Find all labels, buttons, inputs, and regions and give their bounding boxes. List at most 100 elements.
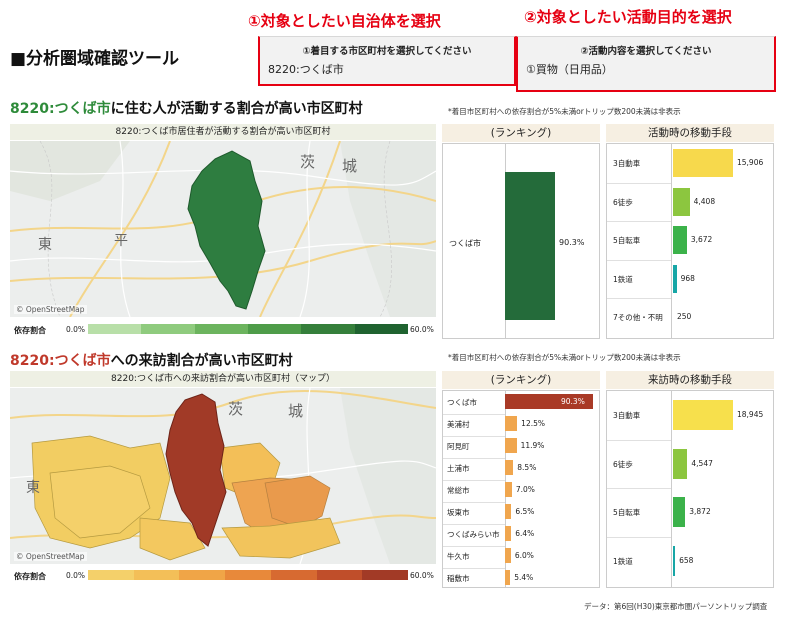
mode-value: 15,906 <box>737 158 764 168</box>
data-source: データ：第6回(H30)東京都市圏パーソントリップ調査 <box>584 602 768 611</box>
section2-ranking: つくば市 90.3% 美浦村 12.5% 阿見町 11.9% 土浦市 8.5% 常総市 7.0% 坂… <box>442 390 600 588</box>
ranking-value: 90.3% <box>561 397 585 406</box>
mode-row-divider <box>607 259 671 261</box>
mode-name: 6徒歩 <box>613 459 633 469</box>
section1-title: 8220:つくば市に住む人が活動する割合が高い市区町村 <box>10 98 363 118</box>
section1-map-svg: 茨 城 東 平 <box>10 141 436 317</box>
mode-value: 968 <box>680 273 695 283</box>
mode-row-divider <box>607 298 671 299</box>
osm-attribution[interactable]: © OpenStreetMap <box>14 305 87 314</box>
mode-divider <box>671 391 672 587</box>
purpose-selector[interactable]: ②活動内容を選択してください ①買物（日用品） <box>516 36 776 92</box>
section2-map-header: 8220:つくば市への来訪割合が高い市区町村（マップ） <box>10 371 436 387</box>
mode-name: 3自動車 <box>613 411 641 421</box>
section1-title-code: 8220:つくば市 <box>10 101 111 117</box>
map2-label-3: 東 <box>26 480 40 496</box>
ranking-row-divider <box>443 480 505 481</box>
section1-map[interactable]: 茨 城 東 平 © OpenStreetMap <box>10 141 436 317</box>
ranking-bar <box>505 482 512 497</box>
legend-label: 依存割合 <box>14 326 46 335</box>
section1-mode-header: 活動時の移動手段 <box>606 124 774 142</box>
ranking-name: つくば市 <box>447 398 477 407</box>
legend-max: 60.0% <box>410 571 434 580</box>
ranking-name: 牛久市 <box>447 552 470 561</box>
mode-name: 3自動車 <box>613 159 641 169</box>
ranking-bar <box>505 438 517 453</box>
ranking-value: 6.5% <box>515 507 535 516</box>
city-selector-label: ①着目する市区町村を選択してください <box>302 46 472 57</box>
osm-attribution[interactable]: © OpenStreetMap <box>14 552 87 561</box>
legend-label: 依存割合 <box>14 572 46 581</box>
mode-name: 7その他・不明 <box>613 313 663 323</box>
tool-title: ■分析圏域確認ツール <box>10 49 180 69</box>
ranking-name: 阿見町 <box>447 442 470 451</box>
mode-row-divider <box>607 536 671 538</box>
ranking-value: 7.0% <box>515 485 535 494</box>
section2-ranking-header: (ランキング) <box>442 371 600 389</box>
legend-swatch <box>362 570 409 580</box>
mode-bar <box>673 497 686 528</box>
legend-bar <box>88 324 408 334</box>
map1-label-4: 平 <box>114 233 128 249</box>
ranking-row-divider <box>443 414 505 415</box>
mode-value: 3,872 <box>689 507 711 517</box>
mode-value: 4,408 <box>693 196 716 206</box>
annotation-select-city: ①対象としたい自治体を選択 <box>248 12 441 30</box>
section1-modes: 3自動車 15,906 6徒歩 4,408 5自転車 3,672 1鉄道 968 7その他・不明… <box>606 143 774 339</box>
section1-title-rest: に住む人が活動する割合が高い市区町村 <box>110 101 363 117</box>
legend-swatch <box>247 324 302 334</box>
mode-row-divider <box>607 488 671 489</box>
legend-swatch <box>179 570 226 580</box>
purpose-selector-value: ①買物（日用品） <box>526 63 613 76</box>
mode-name: 6徒歩 <box>613 197 633 207</box>
legend-max: 60.0% <box>410 325 434 334</box>
ranking-row-divider <box>443 436 505 437</box>
section1-map-header: 8220:つくば市居住者が活動する割合が高い市区町村 <box>10 124 436 140</box>
ranking-bar <box>505 172 555 320</box>
section2-map-svg: 茨 城 東 <box>10 388 436 564</box>
mode-bar <box>673 400 733 431</box>
mode-value: 658 <box>679 555 694 565</box>
ranking-row-divider <box>443 568 505 569</box>
legend-swatch <box>141 324 195 334</box>
mode-bar <box>673 149 733 178</box>
mode-divider <box>671 144 672 338</box>
ranking-bar <box>505 526 512 541</box>
mode-value: 4,547 <box>691 458 713 468</box>
mode-name: 1鉄道 <box>613 274 633 284</box>
mode-bar <box>673 226 687 255</box>
section2-modes: 3自動車 18,945 6徒歩 4,547 5自転車 3,872 1鉄道 658 <box>606 390 774 588</box>
legend-swatch <box>225 570 271 580</box>
ranking-bar <box>505 548 511 563</box>
ranking-value: 6.4% <box>515 529 535 538</box>
legend-min: 0.0% <box>66 571 86 580</box>
section1-note: *着目市区町村への依存割合が5%未満orトリップ数200未満は非表示 <box>448 107 681 116</box>
legend-swatch <box>354 324 408 334</box>
section2-map[interactable]: 茨 城 東 © OpenStreetMap <box>10 388 436 564</box>
mode-row-divider <box>607 182 671 184</box>
purpose-selector-label: ②活動内容を選択してください <box>580 46 712 57</box>
mode-bar <box>673 187 690 216</box>
map1-label-2: 城 <box>342 157 357 175</box>
legend-bar <box>88 570 409 580</box>
ranking-name: 坂東市 <box>447 508 470 517</box>
mode-name: 1鉄道 <box>613 556 633 566</box>
legend-min: 0.0% <box>66 325 86 334</box>
mode-bar <box>673 264 677 293</box>
section2-title-rest: への来訪割合が高い市区町村 <box>110 353 293 369</box>
section1-ranking: つくば市 90.3% <box>442 143 600 339</box>
ranking-value: 12.5% <box>521 419 545 428</box>
map1-label-1: 茨 <box>300 153 315 171</box>
legend-swatch <box>270 570 317 580</box>
section2-title-code: 8220:つくば市 <box>10 353 111 369</box>
legend-swatch <box>301 324 355 334</box>
map1-label-3: 東 <box>38 237 52 253</box>
legend-swatch <box>194 324 248 334</box>
ranking-bar <box>505 504 512 519</box>
mode-value: 3,672 <box>690 235 713 245</box>
ranking-row-divider <box>443 546 505 547</box>
legend-swatch <box>88 324 142 334</box>
ranking-row-divider <box>443 502 505 503</box>
city-selector[interactable]: ①着目する市区町村を選択してください 8220:つくば市 <box>258 36 516 86</box>
ranking-row-divider <box>443 524 505 525</box>
